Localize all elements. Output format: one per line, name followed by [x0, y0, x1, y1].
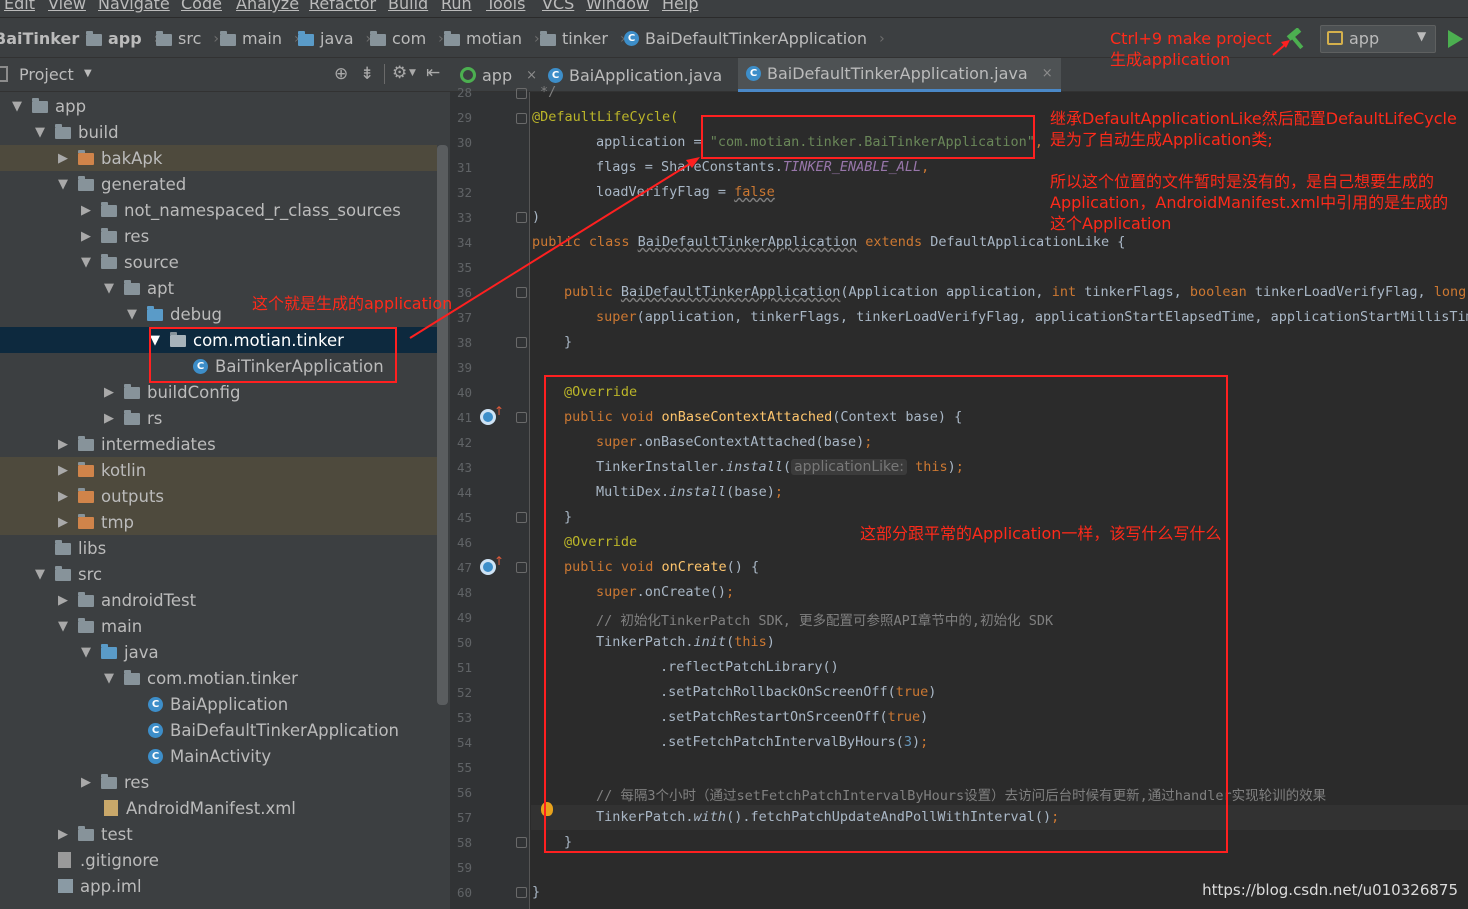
annotation-line: 继承DefaultApplicationLike然后配置DefaultLifeC…: [1050, 109, 1457, 128]
annotation-generated-app: 这个就是生成的application: [252, 294, 453, 313]
annotation-make-project: Ctrl+9 make project 生成application: [1110, 28, 1272, 70]
annotation-line: Ctrl+9 make project: [1110, 29, 1272, 48]
annotation-file-note: 所以这个位置的文件暂时是没有的，是自己想要生成的 Application，And…: [1050, 171, 1448, 234]
annotation-extends-note: 继承DefaultApplicationLike然后配置DefaultLifeC…: [1050, 108, 1457, 150]
annotation-line: 所以这个位置的文件暂时是没有的，是自己想要生成的: [1050, 172, 1435, 191]
annotation-line: 这个Application: [1050, 214, 1172, 233]
arrow-head-icon: [686, 157, 700, 168]
annotation-line: 是为了自动生成Application类;: [1050, 130, 1273, 149]
annotation-same-note: 这部分跟平常的Application一样，该写什么写什么: [860, 524, 1222, 543]
watermark: https://blog.csdn.net/u010326875: [1202, 881, 1458, 899]
annotation-arrow-line: [409, 159, 697, 339]
annotation-line: Application，AndroidManifest.xml中引用的是生成的: [1050, 193, 1449, 212]
annotation-line: 生成application: [1110, 50, 1231, 69]
